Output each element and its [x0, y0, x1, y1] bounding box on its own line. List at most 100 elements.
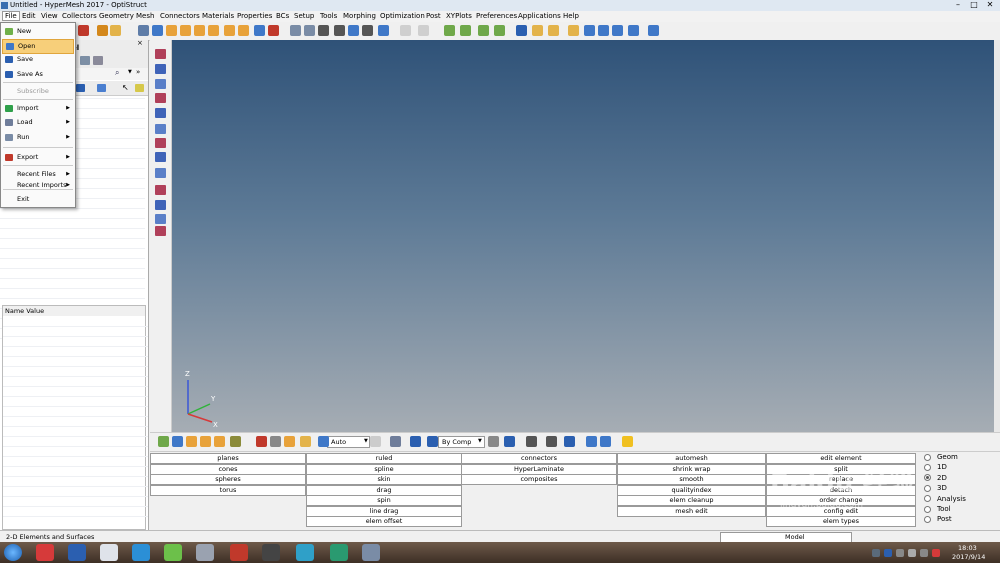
- panel-button-line-drag[interactable]: line drag: [306, 505, 462, 517]
- taskbar-app-icon-2[interactable]: [68, 544, 86, 561]
- taskbar-app-icon-6[interactable]: [196, 544, 214, 561]
- view-icon-2[interactable]: [584, 25, 595, 36]
- search-icon[interactable]: ⌕: [115, 68, 119, 78]
- user-icon[interactable]: [97, 25, 108, 36]
- page-radio-tool[interactable]: Tool: [924, 505, 951, 513]
- menu-mesh[interactable]: Mesh: [134, 12, 156, 20]
- panel-button-automesh[interactable]: automesh: [617, 453, 766, 464]
- tray-icon-5[interactable]: [920, 549, 928, 557]
- panel-button-drag[interactable]: drag: [306, 484, 462, 496]
- display-tool-icon-5[interactable]: [214, 436, 225, 447]
- page-radio-3d[interactable]: 3D: [924, 484, 947, 492]
- component-icon[interactable]: [532, 25, 543, 36]
- translate-icon[interactable]: [348, 25, 359, 36]
- vertical-tool-icon-7[interactable]: [155, 138, 166, 148]
- vertical-tool-icon-12[interactable]: [155, 214, 166, 224]
- spin-icon[interactable]: [378, 25, 389, 36]
- menu-optimization[interactable]: Optimization: [378, 12, 427, 20]
- menu-collectors[interactable]: Collectors: [60, 12, 99, 20]
- menu-view[interactable]: View: [39, 12, 60, 20]
- tray-icon-1[interactable]: [872, 549, 880, 557]
- file-menu-item-open[interactable]: Open: [2, 39, 74, 54]
- radio-dot[interactable]: [924, 453, 931, 461]
- vertical-tool-icon-1[interactable]: [155, 49, 166, 59]
- taskbar-app-icon-1[interactable]: [36, 544, 54, 561]
- radio-dot[interactable]: [924, 484, 931, 492]
- radio-dot[interactable]: [924, 495, 931, 503]
- box-icon[interactable]: [166, 25, 177, 36]
- display-tool-icon-15[interactable]: [427, 436, 438, 447]
- menu-morphing[interactable]: Morphing: [341, 12, 378, 20]
- menu-edit[interactable]: Edit: [20, 12, 38, 20]
- panel-button-qualityindex[interactable]: qualityindex: [617, 484, 766, 496]
- tray-icon-3[interactable]: [896, 549, 904, 557]
- auto-combo-arrow-icon[interactable]: ▼: [364, 438, 368, 444]
- menu-setup[interactable]: Setup: [292, 12, 316, 20]
- radio-dot[interactable]: [924, 474, 931, 482]
- close-button[interactable]: ✕: [982, 0, 998, 10]
- taskbar-app-icon-5[interactable]: [164, 544, 182, 561]
- menu-bcs[interactable]: BCs: [274, 12, 291, 20]
- panel-button-spline[interactable]: spline: [306, 463, 462, 475]
- graphics-viewport[interactable]: [172, 40, 994, 432]
- tray-icon-6[interactable]: [932, 549, 940, 557]
- display-icon[interactable]: [97, 84, 106, 92]
- vertical-tool-icon-10[interactable]: [155, 185, 166, 195]
- panel-button-spheres[interactable]: spheres: [150, 474, 306, 485]
- panel-button-elem-types[interactable]: elem types: [766, 516, 916, 527]
- taskbar-app-icon-7[interactable]: [230, 544, 248, 561]
- file-menu-item-recent-imports[interactable]: Recent Imports ▶: [2, 179, 74, 192]
- page-radio-geom[interactable]: Geom: [924, 453, 958, 461]
- display-tool-icon-11[interactable]: [318, 436, 329, 447]
- vertical-tool-icon-13[interactable]: [155, 226, 166, 236]
- cursor-icon[interactable]: ↖: [122, 83, 129, 92]
- file-menu-item-run[interactable]: Run ▶: [2, 131, 74, 144]
- display-tool-icon-7[interactable]: [256, 436, 267, 447]
- panel-button-elem-offset[interactable]: elem offset: [306, 516, 462, 527]
- component-icon-2[interactable]: [548, 25, 559, 36]
- panel-button-elem-cleanup[interactable]: elem cleanup: [617, 495, 766, 506]
- panel-button-ruled[interactable]: ruled: [306, 453, 462, 464]
- view-icon-5[interactable]: [628, 25, 639, 36]
- display-tool-icon-1[interactable]: [158, 436, 169, 447]
- display-tool-icon-3[interactable]: [186, 436, 197, 447]
- panel-button-torus[interactable]: torus: [150, 484, 306, 496]
- mask-icon[interactable]: [444, 25, 455, 36]
- menu-applications[interactable]: Applications: [516, 12, 563, 20]
- radio-dot[interactable]: [924, 515, 931, 523]
- undo-icon[interactable]: [400, 25, 411, 36]
- taskbar-app-icon-9[interactable]: [296, 544, 314, 561]
- vertical-tool-icon-2[interactable]: [155, 64, 166, 74]
- tray-icon-4[interactable]: [908, 549, 916, 557]
- menu-help[interactable]: Help: [561, 12, 581, 20]
- vertical-tool-icon-8[interactable]: [155, 152, 166, 162]
- vertical-tool-icon-4[interactable]: [155, 93, 166, 103]
- display-tool-icon-2[interactable]: [172, 436, 183, 447]
- file-menu-item-load[interactable]: Load ▶: [2, 116, 74, 129]
- panel-button-skin[interactable]: skin: [306, 474, 462, 485]
- file-menu-item-import[interactable]: Import ▶: [2, 102, 74, 115]
- display-tool-icon-6[interactable]: [230, 436, 241, 447]
- display-tool-icon-18[interactable]: [526, 436, 537, 447]
- rotate-icon[interactable]: [254, 25, 265, 36]
- display-tool-icon-10[interactable]: [300, 436, 311, 447]
- file-menu-item-export[interactable]: Export ▶: [2, 151, 74, 164]
- browser-tab-icon-2[interactable]: [93, 56, 103, 65]
- file-menu-item-save-as[interactable]: Save As: [2, 68, 74, 81]
- box-icon-6[interactable]: [238, 25, 249, 36]
- crosshair-icon[interactable]: [318, 25, 329, 36]
- display-tool-icon-21[interactable]: [586, 436, 597, 447]
- file-menu-item-exit[interactable]: Exit: [2, 193, 74, 206]
- viewport-scrollbar[interactable]: [994, 40, 1000, 432]
- display-tool-icon-19[interactable]: [546, 436, 557, 447]
- vertical-tool-icon-6[interactable]: [155, 124, 166, 134]
- display-tool-icon-14[interactable]: [410, 436, 421, 447]
- close-panel-icon[interactable]: ×: [137, 39, 143, 47]
- page-radio-1d[interactable]: 1D: [924, 463, 947, 471]
- taskbar-app-icon-10[interactable]: [330, 544, 348, 561]
- panel-button-planes[interactable]: planes: [150, 453, 306, 464]
- display-tool-icon-13[interactable]: [390, 436, 401, 447]
- panel-button-hyperlaminate[interactable]: HyperLaminate: [461, 463, 617, 475]
- search-dropdown-icon[interactable]: ▼: [128, 69, 132, 75]
- view-icon-3[interactable]: [598, 25, 609, 36]
